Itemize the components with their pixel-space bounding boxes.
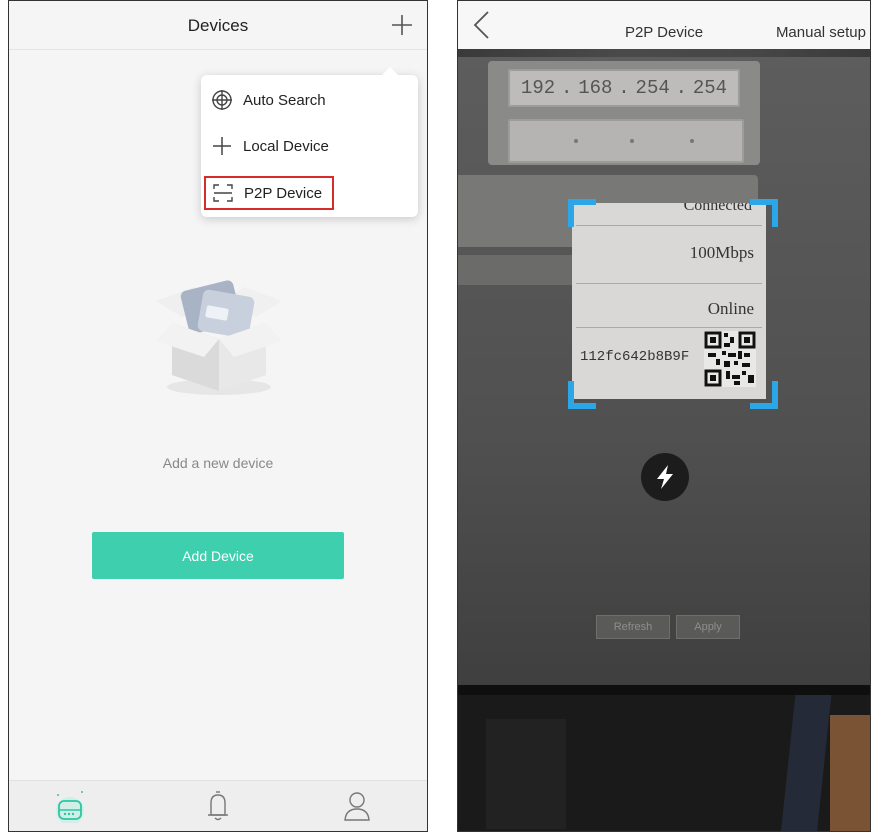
add-device-button[interactable]: Add Device <box>92 532 344 579</box>
ip-part: 192 <box>520 77 556 99</box>
menu-item-p2p-device[interactable]: P2P Device <box>204 176 335 210</box>
menu-item-label: P2P Device <box>244 184 323 202</box>
user-icon[interactable] <box>342 789 372 823</box>
page-title: Devices <box>187 16 249 35</box>
add-plus-button[interactable] <box>387 10 417 40</box>
connected-text: Connected <box>683 203 752 214</box>
monitor-apply-label: Apply <box>676 615 740 639</box>
ip-dot <box>574 139 578 143</box>
scan-area: Connected 100Mbps Online 112fc642b8B9F <box>572 203 766 399</box>
flashlight-button[interactable] <box>641 453 689 501</box>
menu-item-auto-search[interactable]: Auto Search <box>211 84 326 116</box>
ip-part: . <box>675 77 688 99</box>
ip-dot <box>690 139 694 143</box>
scan-corner <box>750 381 778 409</box>
divider <box>576 283 762 284</box>
p2p-header: P2P Device Manual setup <box>458 1 870 49</box>
speed-text: 100Mbps <box>689 243 754 262</box>
flash-icon <box>657 465 673 489</box>
bottom-tabbar <box>9 780 427 831</box>
monitor-refresh-label: Refresh <box>596 615 670 639</box>
wood-shape <box>830 715 870 831</box>
scan-corner <box>750 199 778 227</box>
desk-edge <box>458 685 870 695</box>
ip-address-field: 192 . 168 . 254 . 254 <box>508 69 740 107</box>
ip-part: 168 <box>578 77 613 99</box>
ip-dot <box>630 139 634 143</box>
add-device-menu: Auto Search Local Device P2P Device <box>201 67 418 217</box>
online-text: Online <box>707 299 754 318</box>
divider <box>576 225 762 226</box>
scan-corner <box>568 381 596 409</box>
qr-code-icon <box>704 331 756 387</box>
manual-setup-button[interactable]: Manual setup <box>776 24 866 41</box>
photographed-monitor: 192 . 168 . 254 . 254 Connected 100Mbps <box>458 57 870 687</box>
menu-arrow <box>382 67 398 75</box>
empty-state-text: Add a new device <box>162 455 274 471</box>
scan-icon <box>213 184 233 202</box>
empty-box-illustration <box>156 280 282 395</box>
ip-part: . <box>560 77 573 99</box>
menu-item-label: Local Device <box>243 137 329 155</box>
speaker-shape <box>486 719 566 829</box>
divider <box>576 327 762 328</box>
device-box-icon[interactable] <box>53 789 87 823</box>
plus-icon <box>213 137 231 155</box>
ip-part: 254 <box>692 77 728 99</box>
camera-viewfinder: 192 . 168 . 254 . 254 Connected 100Mbps <box>458 49 870 831</box>
scan-corner <box>568 199 596 227</box>
ip-part: 254 <box>635 77 670 99</box>
menu-item-local-device[interactable]: Local Device <box>211 130 329 162</box>
devices-header: Devices <box>9 1 427 50</box>
empty-ip-field <box>508 119 744 163</box>
router-panel-low <box>458 255 578 285</box>
p2p-scan-screen: P2P Device Manual setup 192 . 168 . 254 … <box>457 0 871 832</box>
bell-icon[interactable] <box>203 789 233 823</box>
ip-part: . <box>618 77 630 99</box>
devices-screen: Devices Auto Search Local Device P2P Dev… <box>8 0 428 832</box>
menu-item-label: Auto Search <box>243 91 326 109</box>
auto-search-icon <box>212 90 232 110</box>
